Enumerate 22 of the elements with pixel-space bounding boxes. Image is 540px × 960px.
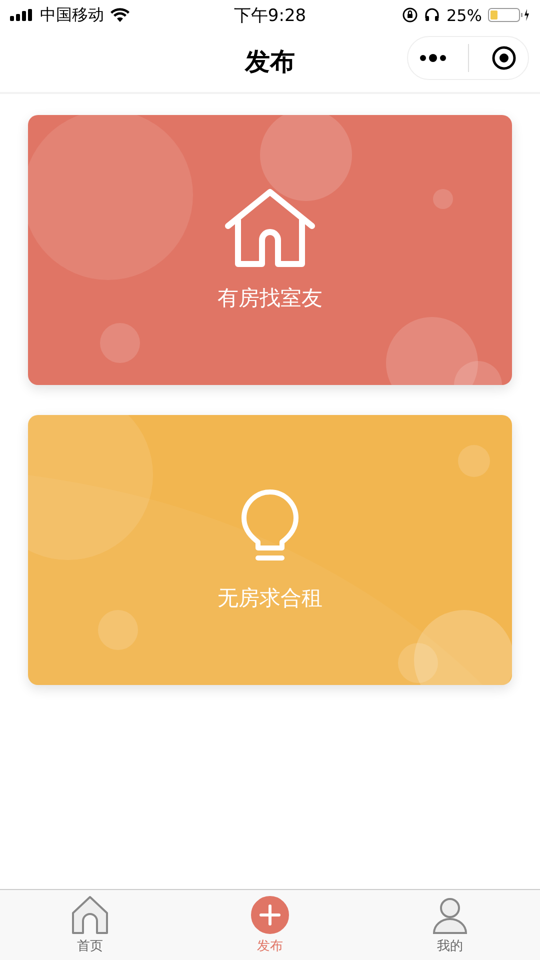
person-icon bbox=[430, 895, 470, 935]
plus-circle-icon bbox=[250, 895, 290, 935]
tab-item[interactable]: 首页 bbox=[0, 890, 180, 960]
wifi-icon bbox=[110, 8, 130, 22]
tab-item[interactable]: 我的 bbox=[360, 890, 540, 960]
close-target-icon[interactable] bbox=[491, 45, 518, 71]
rotation-lock-icon bbox=[402, 7, 418, 23]
card-label: 有房找室友 bbox=[218, 285, 322, 312]
carrier-name: 中国移动 bbox=[40, 4, 104, 26]
signal-icon bbox=[10, 9, 34, 21]
tab-item[interactable]: 发布 bbox=[180, 890, 360, 960]
headphones-icon bbox=[424, 7, 440, 23]
house-icon bbox=[224, 188, 316, 268]
more-icon[interactable] bbox=[418, 53, 447, 63]
battery-icon bbox=[488, 7, 530, 23]
home-icon bbox=[71, 895, 109, 935]
page-title: 发布 bbox=[245, 46, 295, 78]
card-label: 无房求合租 bbox=[218, 585, 322, 612]
battery-percent: 25% bbox=[446, 6, 482, 24]
category-card[interactable]: 有房找室友 bbox=[28, 115, 512, 385]
clock-time: 下午9:28 bbox=[234, 4, 306, 26]
category-card[interactable]: 无房求合租 bbox=[28, 415, 512, 685]
